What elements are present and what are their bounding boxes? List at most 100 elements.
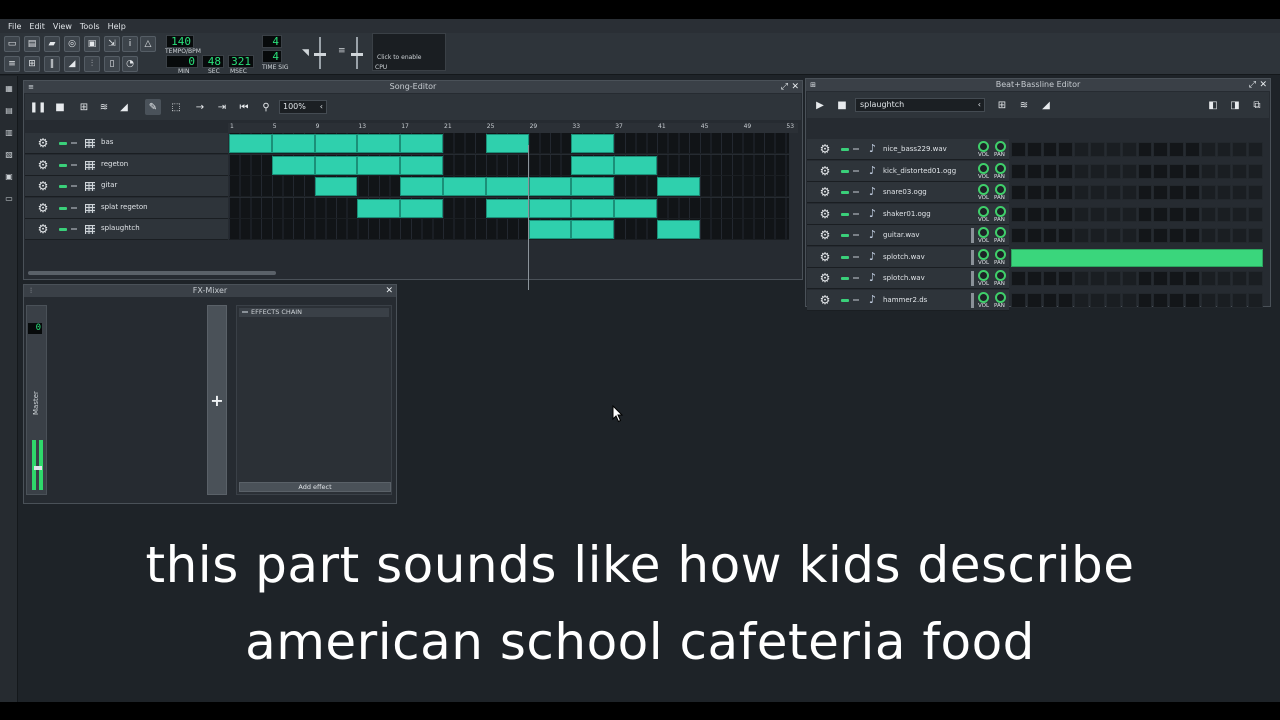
step-button[interactable] [1248, 228, 1263, 243]
step-button[interactable] [1169, 228, 1184, 243]
step-button[interactable] [1248, 292, 1263, 308]
step-button[interactable] [1090, 185, 1105, 200]
solo-toggle[interactable] [853, 234, 859, 236]
master-pitch-handle[interactable] [351, 53, 363, 56]
step-button[interactable] [1011, 185, 1026, 200]
solo-toggle[interactable] [71, 142, 77, 144]
instrument-name[interactable]: guitar.wav [883, 231, 919, 239]
master-volume-handle[interactable] [314, 53, 326, 56]
step-button[interactable] [1074, 292, 1090, 308]
instrument-name[interactable]: nice_bass229.wav [883, 145, 947, 153]
step-button[interactable] [1137, 206, 1153, 222]
new-from-template-icon[interactable]: ▤ [24, 36, 40, 52]
automation-editor-toggle-icon[interactable]: ◢ [64, 56, 80, 72]
instrument-name[interactable]: shaker01.ogg [883, 210, 931, 218]
pattern-clip[interactable] [571, 220, 615, 239]
time-sig-numerator[interactable]: 4 [262, 35, 282, 48]
step-button[interactable] [1184, 142, 1200, 157]
track-pattern-area[interactable] [229, 154, 789, 176]
my-computer-icon[interactable]: ▭ [4, 194, 14, 204]
zoom-select[interactable]: 100% ‹ [279, 100, 327, 114]
step-button[interactable] [1153, 228, 1169, 243]
step-button[interactable] [1042, 292, 1058, 308]
pattern-clip[interactable] [485, 134, 529, 153]
solo-toggle[interactable] [853, 191, 859, 193]
step-button[interactable] [1184, 185, 1200, 200]
step-button[interactable] [1026, 142, 1042, 157]
song-editor-toggle-icon[interactable]: ≡ [4, 56, 20, 72]
my-projects-icon[interactable]: ▤ [4, 106, 14, 116]
step-button[interactable] [1042, 142, 1058, 157]
volume-knob[interactable] [978, 227, 989, 238]
add-effect-button[interactable]: Add effect [239, 482, 391, 492]
gear-icon[interactable]: ⚙ [819, 165, 831, 177]
step-button[interactable] [1058, 142, 1074, 157]
step-button[interactable] [1184, 292, 1200, 308]
step-button[interactable] [1090, 271, 1105, 286]
track-header[interactable]: ⚙ splaughtch [25, 219, 228, 240]
mute-toggle[interactable] [841, 148, 849, 151]
volume-knob[interactable] [978, 162, 989, 174]
mute-toggle[interactable] [59, 206, 67, 210]
gear-icon[interactable]: ⚙ [37, 202, 49, 214]
maximize-icon[interactable]: ⤢ [1249, 79, 1256, 91]
track-header[interactable]: ⚙ ♪ splotch.wav VOL PAN [807, 246, 1009, 268]
step-button[interactable] [1169, 292, 1184, 308]
step-button[interactable] [1011, 271, 1026, 286]
my-samples-icon[interactable]: ▥ [4, 128, 14, 138]
step-button[interactable] [1058, 292, 1074, 308]
step-button[interactable] [1058, 206, 1074, 222]
step-button[interactable] [1153, 185, 1169, 200]
solo-toggle[interactable] [853, 298, 859, 301]
track-header[interactable]: ⚙ ♪ nice_bass229.wav VOL PAN [807, 139, 1009, 160]
step-button[interactable] [1042, 163, 1058, 179]
mute-toggle[interactable] [841, 277, 849, 280]
auto-scroll-icon[interactable]: → [192, 99, 208, 115]
step-button[interactable] [1169, 142, 1184, 157]
track-header[interactable]: ⚙ ♪ splotch.wav VOL PAN [807, 268, 1009, 289]
time-sig-denominator[interactable]: 4 [262, 50, 282, 63]
step-button[interactable] [1042, 185, 1058, 200]
stop-icon[interactable]: ■ [834, 97, 850, 113]
step-sequence-filled[interactable] [1011, 248, 1263, 267]
step-button[interactable] [1248, 163, 1263, 179]
step-button[interactable] [1232, 206, 1248, 222]
step-button[interactable] [1074, 271, 1090, 286]
pan-knob[interactable] [995, 248, 1006, 260]
solo-toggle[interactable] [71, 228, 77, 230]
gear-icon[interactable]: ⚙ [37, 180, 49, 192]
step-button[interactable] [1169, 163, 1184, 179]
step-button[interactable] [1121, 163, 1137, 179]
pattern-clip[interactable] [528, 198, 572, 218]
solo-toggle[interactable] [853, 169, 859, 172]
pattern-clip[interactable] [314, 134, 358, 153]
pattern-clip[interactable] [657, 177, 700, 196]
pattern-clip[interactable] [357, 198, 401, 218]
pattern-clip[interactable] [400, 198, 443, 218]
pan-knob[interactable] [995, 162, 1006, 174]
step-button[interactable] [1042, 228, 1058, 243]
step-button[interactable] [1216, 292, 1232, 308]
step-button[interactable] [1026, 206, 1042, 222]
my-home-icon[interactable]: ▣ [4, 172, 14, 182]
solo-toggle[interactable] [853, 148, 859, 150]
step-button[interactable] [1026, 292, 1042, 308]
mute-toggle[interactable] [841, 298, 849, 302]
step-button[interactable] [1011, 228, 1026, 243]
pan-knob[interactable] [995, 184, 1006, 195]
step-button[interactable] [1105, 206, 1121, 222]
step-button[interactable] [1184, 271, 1200, 286]
step-button[interactable] [1137, 271, 1153, 286]
instrument-name[interactable]: hammer2.ds [883, 296, 927, 304]
pattern-clip[interactable] [314, 155, 358, 175]
step-button[interactable] [1200, 142, 1216, 157]
step-button[interactable] [1074, 206, 1090, 222]
instrument-name[interactable]: kick_distorted01.ogg [883, 167, 956, 175]
export-icon[interactable]: ⇲ [104, 36, 120, 52]
step-button[interactable] [1232, 142, 1248, 157]
instrument-plugins-icon[interactable]: ▦ [4, 84, 14, 94]
step-button[interactable] [1216, 228, 1232, 243]
menu-tools[interactable]: Tools [76, 22, 104, 31]
pattern-clip[interactable] [271, 155, 315, 175]
fx-mixer-toggle-icon[interactable]: ⫶ [84, 56, 100, 72]
